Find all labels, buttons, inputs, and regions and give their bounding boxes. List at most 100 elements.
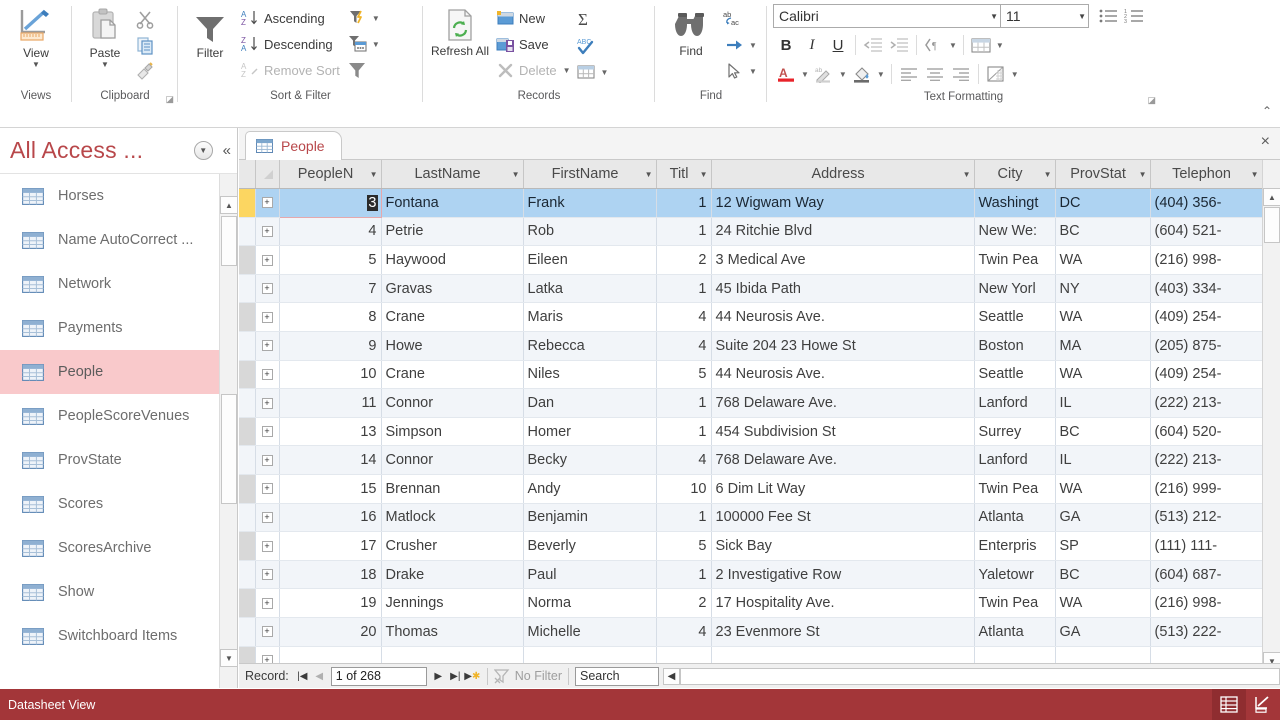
column-filter-dropdown-icon[interactable]: ▼ xyxy=(1248,170,1259,179)
cell-City[interactable]: Lanford xyxy=(974,445,1056,476)
cell-ProvStat[interactable]: WA xyxy=(1055,302,1151,333)
table-row[interactable]: +20 Thomas Michelle 4 23 Evenmore St Atlanta G… xyxy=(239,617,1263,647)
cell-LastName[interactable]: Crusher xyxy=(381,531,524,561)
cell-FirstName[interactable]: Eileen xyxy=(523,245,657,275)
expand-subdatasheet-button[interactable]: + xyxy=(261,454,273,466)
alternate-row-color-caret[interactable]: ▼ xyxy=(1009,70,1021,79)
cell-Telephon[interactable]: (205) 875- xyxy=(1150,331,1263,361)
more-records-caret[interactable]: ▼ xyxy=(599,68,611,77)
cell-FirstName[interactable]: Michelle xyxy=(523,617,657,647)
cell-Address[interactable]: 17 Hospitality Ave. xyxy=(711,588,975,618)
new-record-icon[interactable]: ▶ ✱ xyxy=(464,667,481,686)
cell-PeopleN[interactable]: 20 xyxy=(279,617,382,647)
table-row[interactable]: +4 Petrie Rob 1 24 Ritchie Blvd New We: BC (604… xyxy=(239,217,1263,247)
goto-caret[interactable]: ▼ xyxy=(747,41,759,50)
cell-FirstName[interactable]: Paul xyxy=(523,560,657,590)
cell-City[interactable]: Washingt xyxy=(974,188,1056,218)
find-button[interactable]: Find xyxy=(661,4,721,58)
cell-Address[interactable]: 45 Ibida Path xyxy=(711,274,975,304)
cell-City[interactable]: Surrey xyxy=(974,417,1056,447)
cell-Telephon[interactable]: (216) 999- xyxy=(1150,474,1263,504)
alternate-row-color-button[interactable] xyxy=(983,61,1009,87)
table-row[interactable]: +9 Howe Rebecca 4 Suite 204 23 Howe St Boston… xyxy=(239,331,1263,361)
cell-ProvStat[interactable]: MA xyxy=(1055,331,1151,361)
cell-PeopleN[interactable]: 14 xyxy=(279,445,382,476)
search-input[interactable]: Search xyxy=(575,666,660,686)
cell-ProvStat[interactable]: WA xyxy=(1055,588,1151,618)
replace-button[interactable]: ab ac xyxy=(721,5,747,32)
cell-ProvStat[interactable]: SP xyxy=(1055,531,1151,561)
cell-Telephon[interactable]: (111) 111- xyxy=(1150,531,1263,561)
column-header-PeopleN[interactable]: PeopleN ▼ xyxy=(279,160,382,190)
fill-color-caret[interactable]: ▼ xyxy=(875,70,887,79)
nav-item-show[interactable]: Show xyxy=(0,570,237,614)
cell-LastName[interactable]: Howe xyxy=(381,331,524,361)
column-filter-dropdown-icon[interactable]: ▼ xyxy=(509,170,520,179)
row-expand-cell[interactable]: + xyxy=(255,588,280,618)
cell-LastName[interactable]: Connor xyxy=(381,388,524,418)
gridlines-button[interactable] xyxy=(968,32,994,58)
text-formatting-dialog-launcher[interactable]: ◪ xyxy=(1147,90,1156,110)
cell-Address[interactable]: 2 Investigative Row xyxy=(711,560,975,590)
cell-LastName[interactable]: Gravas xyxy=(381,274,524,304)
cell-Telephon[interactable]: (409) 254- xyxy=(1150,360,1263,390)
cell-FirstName[interactable]: Frank xyxy=(523,188,657,218)
nav-scroll-down-button[interactable]: ▼ xyxy=(220,649,237,667)
cell-FirstName[interactable]: Rob xyxy=(523,217,657,247)
increase-indent-button[interactable] xyxy=(886,32,912,58)
cell-LastName[interactable]: Fontana xyxy=(381,188,524,218)
cell-Address[interactable]: Sick Bay xyxy=(711,531,975,561)
cell-ProvStat[interactable]: IL xyxy=(1055,388,1151,418)
nav-item-horses[interactable]: Horses xyxy=(0,174,237,218)
cell-ProvStat[interactable]: BC xyxy=(1055,217,1151,247)
row-selector[interactable] xyxy=(239,531,256,561)
cut-button[interactable] xyxy=(132,6,158,32)
cell-City[interactable]: Twin Pea xyxy=(974,474,1056,504)
cell-LastName[interactable]: Thomas xyxy=(381,617,524,647)
align-left-button[interactable] xyxy=(896,61,922,87)
expand-subdatasheet-button[interactable]: + xyxy=(261,397,273,409)
font-name-caret[interactable]: ▼ xyxy=(986,12,998,21)
cell-Telephon[interactable]: (403) 334- xyxy=(1150,274,1263,304)
expand-subdatasheet-button[interactable]: + xyxy=(261,340,273,352)
cell-Address[interactable]: 6 Dim Lit Way xyxy=(711,474,975,504)
cell-Titl[interactable]: 4 xyxy=(656,617,712,647)
row-selector[interactable] xyxy=(239,302,256,333)
grid-scroll-thumb[interactable] xyxy=(1264,207,1280,243)
cell-Titl[interactable]: 2 xyxy=(656,588,712,618)
cell-ProvStat[interactable]: BC xyxy=(1055,417,1151,447)
italic-button[interactable]: I xyxy=(799,32,825,58)
cell-Titl[interactable]: 1 xyxy=(656,503,712,533)
paste-button[interactable]: Paste ▼ xyxy=(78,4,132,69)
column-filter-dropdown-icon[interactable]: ▼ xyxy=(697,170,708,179)
expand-subdatasheet-button[interactable]: + xyxy=(261,483,273,495)
cell-Telephon[interactable]: (513) 222- xyxy=(1150,617,1263,647)
delete-record-caret[interactable]: ▼ xyxy=(561,66,573,75)
gridlines-caret[interactable]: ▼ xyxy=(994,41,1006,50)
filter-selection-button[interactable]: ▼ xyxy=(344,5,382,31)
nav-item-provstate[interactable]: ProvState xyxy=(0,438,237,482)
nav-item-name-autocorrect[interactable]: Name AutoCorrect ... xyxy=(0,218,237,262)
cell-FirstName[interactable]: Norma xyxy=(523,588,657,618)
cell-FirstName[interactable]: Becky xyxy=(523,445,657,476)
table-row[interactable]: +3 Fontana Frank 1 12 Wigwam Way Washingt DC (4… xyxy=(239,188,1263,218)
row-selector[interactable] xyxy=(239,474,256,504)
cell-PeopleN[interactable]: 11 xyxy=(279,388,382,418)
bold-button[interactable]: B xyxy=(773,32,799,58)
row-selector[interactable] xyxy=(239,331,256,361)
cell-Titl[interactable]: 5 xyxy=(656,360,712,390)
cell-Telephon[interactable]: (216) 998- xyxy=(1150,245,1263,275)
highlight-color-button[interactable]: ab xyxy=(811,61,837,87)
nav-item-network[interactable]: Network xyxy=(0,262,237,306)
cell-PeopleN[interactable]: 16 xyxy=(279,503,382,533)
row-expand-cell[interactable]: + xyxy=(255,417,280,447)
text-direction-button[interactable]: ¶ xyxy=(921,32,947,58)
more-records-button[interactable] xyxy=(573,59,599,85)
cell-Address[interactable]: 768 Delaware Ave. xyxy=(711,445,975,476)
expand-subdatasheet-button[interactable]: + xyxy=(261,197,273,209)
cell-Telephon[interactable]: (222) 213- xyxy=(1150,388,1263,418)
format-painter-button[interactable] xyxy=(132,58,158,84)
cell-City[interactable]: Twin Pea xyxy=(974,588,1056,618)
row-expand-cell[interactable]: + xyxy=(255,274,280,304)
nav-item-peoplescorevenues[interactable]: PeopleScoreVenues xyxy=(0,394,237,438)
